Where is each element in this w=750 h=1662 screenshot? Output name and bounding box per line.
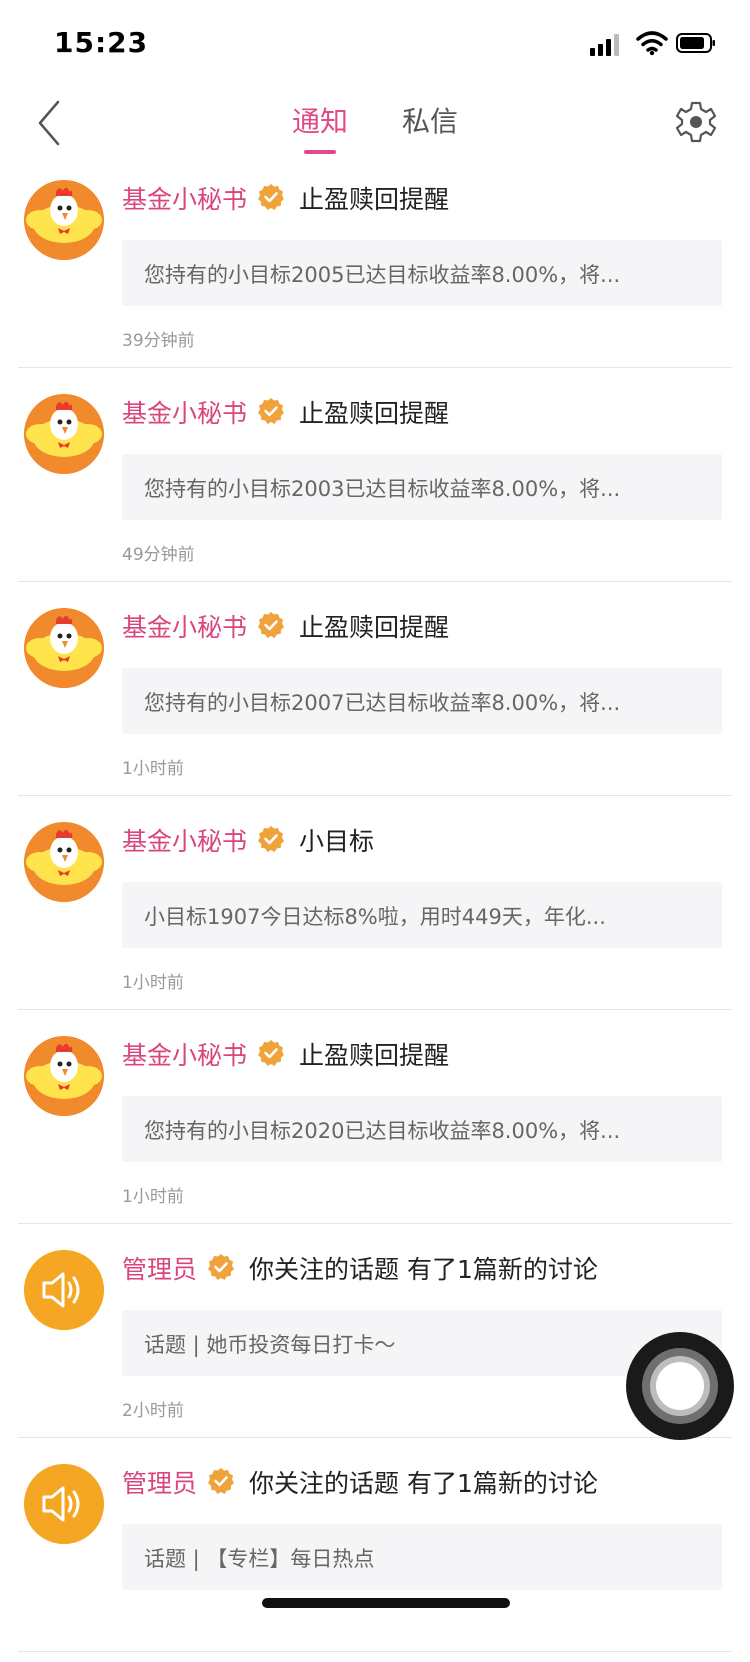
gear-icon[interactable] — [674, 100, 718, 144]
notification-content-box[interactable]: 您持有的小目标2003已达目标收益率8.00%，将... — [122, 454, 722, 520]
notification-content-box[interactable]: 您持有的小目标2007已达目标收益率8.00%，将... — [122, 668, 722, 734]
notification-title: 止盈赎回提醒 — [299, 399, 450, 428]
verified-badge-icon — [257, 825, 285, 853]
notification-content: 小目标1907今日达标8%啦，用时449天，年化... — [144, 905, 606, 929]
notification-content: 话题 | 【专栏】每日热点 — [144, 1547, 375, 1571]
notification-item[interactable]: 基金小秘书 止盈赎回提醒 您持有的小目标2003已达目标收益率8.00%，将..… — [0, 378, 750, 592]
notification-item[interactable]: 管理员 你关注的话题 有了1篇新的讨论 话题 | 【专栏】每日热点 — [0, 1448, 750, 1662]
verified-badge-icon — [207, 1467, 235, 1495]
speaker-icon[interactable] — [24, 1250, 104, 1330]
chick-icon[interactable] — [24, 180, 104, 260]
active-tab-indicator — [304, 150, 336, 154]
verified-badge-icon — [257, 397, 285, 425]
back-icon[interactable] — [30, 94, 74, 152]
sender-name[interactable]: 基金小秘书 — [122, 180, 247, 216]
notification-item[interactable]: 基金小秘书 止盈赎回提醒 您持有的小目标2020已达目标收益率8.00%，将..… — [0, 1020, 750, 1234]
notification-content: 您持有的小目标2007已达目标收益率8.00%，将... — [144, 691, 621, 715]
notification-item[interactable]: 基金小秘书 止盈赎回提醒 您持有的小目标2005已达目标收益率8.00%，将..… — [0, 164, 750, 378]
notification-item[interactable]: 基金小秘书 小目标 小目标1907今日达标8%啦，用时449天，年化... 1小… — [0, 806, 750, 1020]
verified-badge-icon — [257, 611, 285, 639]
notification-title: 小目标 — [299, 827, 375, 856]
sender-name[interactable]: 基金小秘书 — [122, 608, 247, 644]
tab-messages[interactable]: 私信 — [402, 100, 458, 140]
notification-title: 你关注的话题 有了1篇新的讨论 — [249, 1255, 598, 1284]
assistive-touch-button[interactable] — [626, 1332, 734, 1440]
verified-badge-icon — [257, 183, 285, 211]
notification-time: 1小时前 — [122, 973, 184, 993]
notification-content-box[interactable]: 您持有的小目标2005已达目标收益率8.00%，将... — [122, 240, 722, 306]
home-indicator — [262, 1598, 510, 1608]
row-divider — [18, 367, 732, 368]
status-time: 15:23 — [54, 26, 149, 59]
chick-icon[interactable] — [24, 394, 104, 474]
sender-name[interactable]: 基金小秘书 — [122, 394, 247, 430]
notification-time: 1小时前 — [122, 759, 184, 779]
notification-content-box[interactable]: 话题 | 【专栏】每日热点 — [122, 1524, 722, 1590]
sender-name[interactable]: 管理员 — [122, 1250, 197, 1286]
row-divider — [18, 1223, 732, 1224]
nav-bar: 通知 私信 — [0, 88, 750, 164]
sender-name[interactable]: 管理员 — [122, 1464, 197, 1500]
notification-content-box[interactable]: 您持有的小目标2020已达目标收益率8.00%，将... — [122, 1096, 722, 1162]
notification-time: 49分钟前 — [122, 545, 195, 565]
battery-icon — [676, 33, 715, 53]
status-bar: 15:23 — [0, 0, 750, 88]
sender-name[interactable]: 基金小秘书 — [122, 822, 247, 858]
notification-title: 你关注的话题 有了1篇新的讨论 — [249, 1469, 598, 1498]
verified-badge-icon — [207, 1253, 235, 1281]
row-divider — [18, 581, 732, 582]
row-divider — [18, 1437, 732, 1438]
notification-content: 您持有的小目标2003已达目标收益率8.00%，将... — [144, 477, 621, 501]
notification-time: 2小时前 — [122, 1401, 184, 1421]
notification-content: 您持有的小目标2005已达目标收益率8.00%，将... — [144, 263, 621, 287]
chick-icon[interactable] — [24, 822, 104, 902]
verified-badge-icon — [257, 1039, 285, 1067]
wifi-icon — [636, 31, 668, 56]
notification-content-box[interactable]: 小目标1907今日达标8%啦，用时449天，年化... — [122, 882, 722, 948]
chick-icon[interactable] — [24, 1036, 104, 1116]
notification-time: 39分钟前 — [122, 331, 195, 351]
notification-title: 止盈赎回提醒 — [299, 613, 450, 642]
notification-item[interactable]: 基金小秘书 止盈赎回提醒 您持有的小目标2007已达目标收益率8.00%，将..… — [0, 592, 750, 806]
cellular-signal-icon — [590, 32, 622, 56]
notification-list: 基金小秘书 止盈赎回提醒 您持有的小目标2005已达目标收益率8.00%，将..… — [0, 164, 750, 1662]
notification-title: 止盈赎回提醒 — [299, 185, 450, 214]
sender-name[interactable]: 基金小秘书 — [122, 1036, 247, 1072]
row-divider — [18, 1651, 732, 1652]
chick-icon[interactable] — [24, 608, 104, 688]
row-divider — [18, 1009, 732, 1010]
notification-content: 您持有的小目标2020已达目标收益率8.00%，将... — [144, 1119, 621, 1143]
notification-time: 1小时前 — [122, 1187, 184, 1207]
row-divider — [18, 795, 732, 796]
notification-content: 话题 | 她币投资每日打卡～ — [144, 1333, 396, 1357]
tab-notifications[interactable]: 通知 — [292, 100, 348, 140]
notification-title: 止盈赎回提醒 — [299, 1041, 450, 1070]
speaker-icon[interactable] — [24, 1464, 104, 1544]
